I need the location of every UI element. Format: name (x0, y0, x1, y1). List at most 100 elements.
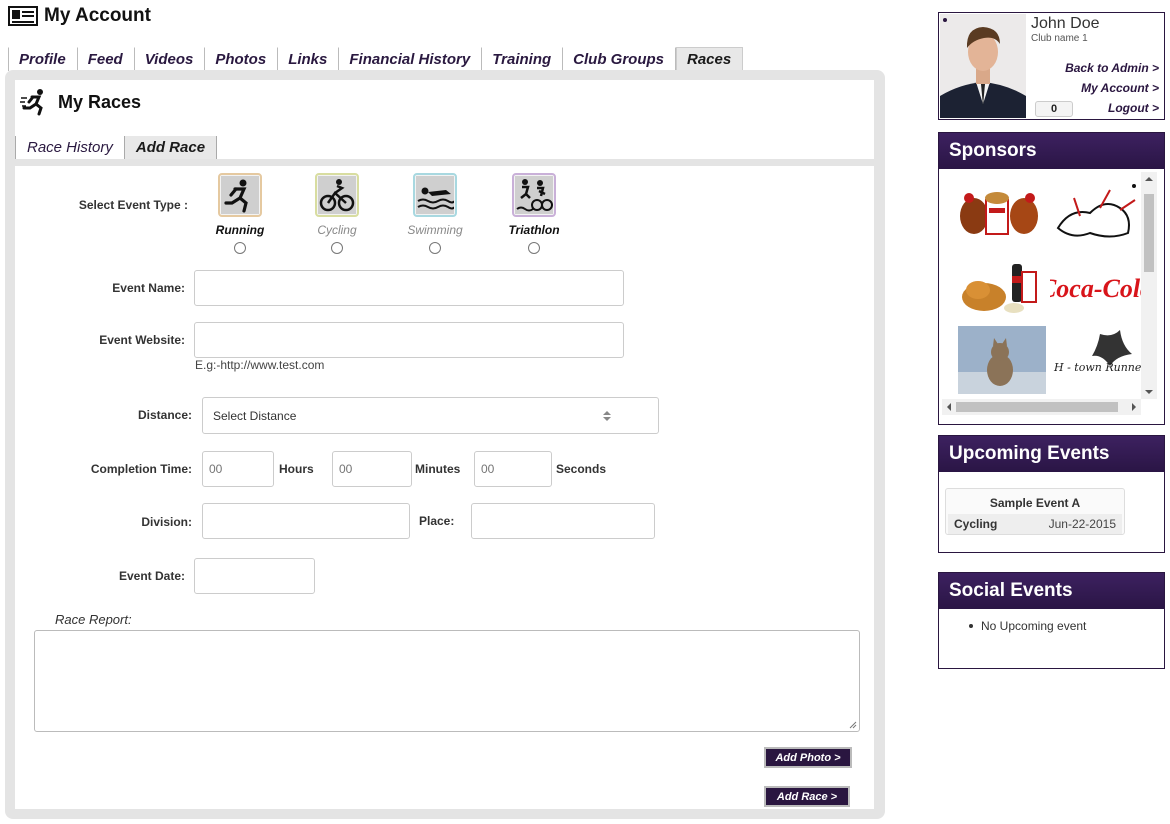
notification-counter[interactable]: 0 (1035, 101, 1073, 117)
sponsor-htown-runners-text: H - town Runners (1053, 361, 1142, 374)
event-website-input[interactable] (194, 322, 624, 358)
running-icon[interactable] (218, 173, 262, 217)
sponsors-vertical-scrollbar[interactable] (1141, 172, 1157, 399)
user-card: John Doe Club name 1 Back to Admin > My … (938, 12, 1165, 120)
scroll-left-icon[interactable] (942, 399, 956, 415)
sponsors-horizontal-thumb[interactable] (956, 402, 1118, 412)
event-type-swimming: Swimming (385, 173, 485, 254)
event-type-triathlon-radio[interactable] (528, 242, 540, 254)
main-tabs: Profile Feed Videos Photos Links Financi… (8, 47, 744, 71)
sponsors-box: Sponsors Coca-Cola (938, 132, 1165, 425)
upcoming-events-title: Upcoming Events (939, 436, 1164, 472)
event-type-triathlon-label: Triathlon (508, 223, 560, 237)
avatar (940, 14, 1026, 118)
sponsor-htown-runners-image[interactable]: H - town Runners (1050, 326, 1142, 394)
my-account-link[interactable]: My Account > (1081, 81, 1159, 95)
tab-training[interactable]: Training (482, 47, 564, 71)
event-website-label: Event Website: (99, 333, 185, 347)
subtab-add-race[interactable]: Add Race (124, 136, 218, 159)
upcoming-event-date: Jun-22-2015 (1048, 517, 1116, 531)
race-report-textarea[interactable] (34, 630, 860, 732)
sponsors-scroll-area[interactable]: Coca-Cola H - town Runners (942, 172, 1162, 416)
tab-financial-history[interactable]: Financial History (339, 47, 483, 71)
seconds-input[interactable] (474, 451, 552, 487)
event-type-cycling: Cycling (287, 173, 387, 254)
social-events-title: Social Events (939, 573, 1164, 609)
page-title: My Account (8, 4, 151, 28)
user-club: Club name 1 (1031, 33, 1088, 44)
event-date-label: Event Date: (118, 569, 185, 583)
event-type-triathlon: Triathlon (484, 173, 584, 254)
runner-icon (20, 89, 43, 116)
social-event-item: No Upcoming event (969, 619, 1086, 633)
distance-select[interactable]: Select Distance (202, 397, 659, 434)
division-label: Division: (141, 515, 192, 529)
sub-tabs: Race History Add Race (15, 136, 218, 159)
scroll-up-icon[interactable] (1141, 172, 1157, 186)
sponsor-cat-image[interactable] (958, 326, 1046, 394)
scroll-down-icon[interactable] (1141, 385, 1157, 399)
race-report-label-text: Race Report (55, 612, 128, 627)
sponsor-fried-chicken-image[interactable] (956, 252, 1044, 322)
event-type-label: Select Event Type : (78, 198, 188, 212)
tab-profile[interactable]: Profile (8, 47, 78, 71)
add-race-button[interactable]: Add Race > (764, 786, 850, 807)
tab-races[interactable]: Races (675, 47, 744, 71)
sponsor-cocacola-image[interactable]: Coca-Cola (1050, 252, 1142, 322)
sponsor-kfc-image[interactable] (956, 178, 1044, 248)
upcoming-event-type: Cycling (954, 517, 998, 531)
distance-label: Distance: (137, 408, 192, 422)
cycling-icon[interactable] (315, 173, 359, 217)
tab-videos[interactable]: Videos (135, 47, 206, 71)
sponsor-cartoon-image[interactable] (1050, 178, 1142, 248)
tab-club-groups[interactable]: Club Groups (563, 47, 676, 71)
event-type-running-label: Running (215, 223, 265, 237)
user-name: John Doe (1031, 15, 1100, 32)
race-report-colon: : (127, 612, 132, 627)
event-type-cycling-radio[interactable] (331, 242, 343, 254)
event-website-hint: E.g:-http://www.test.com (195, 358, 325, 372)
distance-select-value: Select Distance (213, 408, 297, 423)
avatar-photo (940, 14, 1026, 118)
event-type-running: Running (190, 173, 290, 254)
social-event-text: No Upcoming event (981, 619, 1087, 633)
seconds-label: Seconds (556, 462, 607, 476)
triathlon-icon[interactable] (512, 173, 556, 217)
add-photo-button[interactable]: Add Photo > (764, 747, 852, 768)
page-title-text: My Account (44, 5, 151, 26)
hours-input[interactable] (202, 451, 274, 487)
tab-photos[interactable]: Photos (205, 47, 279, 71)
event-name-input[interactable] (194, 270, 624, 306)
race-report-label: Race Report: (55, 612, 132, 627)
minutes-label: Minutes (415, 462, 461, 476)
bullet-icon (969, 624, 973, 628)
races-title: My Races (20, 88, 141, 116)
races-title-text: My Races (58, 91, 142, 112)
swimming-icon[interactable] (413, 173, 457, 217)
resize-handle-icon[interactable] (849, 721, 857, 729)
tab-links[interactable]: Links (278, 47, 340, 71)
social-events-box: Social Events No Upcoming event (938, 572, 1165, 669)
event-date-input[interactable] (194, 558, 315, 594)
event-type-swimming-label: Swimming (407, 223, 463, 237)
upcoming-event-name: Sample Event A (989, 496, 1081, 510)
back-to-admin-link[interactable]: Back to Admin > (1065, 61, 1159, 75)
upcoming-event-card[interactable]: Sample Event A Cycling Jun-22-2015 (945, 488, 1125, 535)
sponsor-cocacola-text: Coca-Cola (1050, 274, 1142, 303)
division-input[interactable] (202, 503, 410, 539)
sponsors-title: Sponsors (939, 133, 1164, 169)
subtab-race-history[interactable]: Race History (15, 136, 125, 159)
sponsors-horizontal-scrollbar[interactable] (942, 399, 1141, 415)
event-type-swimming-radio[interactable] (429, 242, 441, 254)
logout-link[interactable]: Logout > (1108, 101, 1159, 115)
hours-label: Hours (279, 462, 314, 476)
tab-feed[interactable]: Feed (78, 47, 135, 71)
event-type-cycling-label: Cycling (317, 223, 357, 237)
sponsors-vertical-thumb[interactable] (1144, 194, 1154, 272)
place-input[interactable] (471, 503, 655, 539)
scroll-right-icon[interactable] (1127, 399, 1141, 415)
completion-time-label: Completion Time: (90, 462, 192, 476)
event-type-running-radio[interactable] (234, 242, 246, 254)
event-name-label: Event Name: (112, 281, 185, 295)
minutes-input[interactable] (332, 451, 412, 487)
